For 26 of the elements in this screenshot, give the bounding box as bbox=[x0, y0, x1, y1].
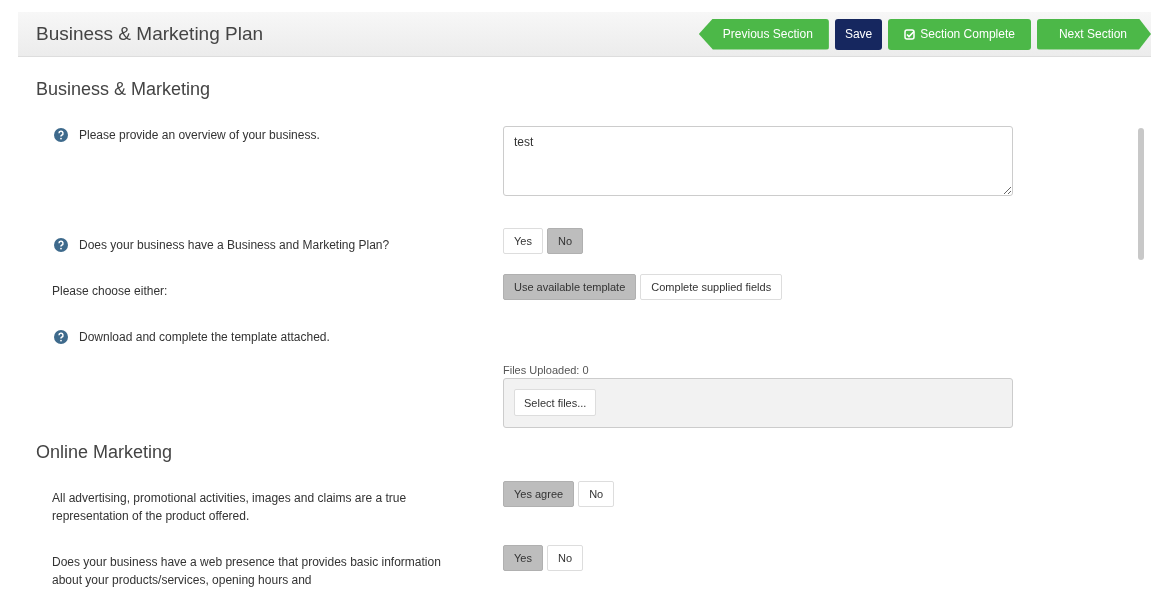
question-label: Download and complete the template attached. bbox=[79, 329, 330, 346]
option-button[interactable]: Yes agree bbox=[503, 481, 575, 507]
files-count: Files Uploaded: 0 bbox=[503, 364, 590, 376]
question-label: All advertising, promotional activities, images and claims are a true representation of the product offered. bbox=[52, 490, 408, 525]
help-icon[interactable] bbox=[54, 330, 68, 344]
scrollbar-thumb[interactable] bbox=[1138, 128, 1144, 260]
option-button[interactable]: No bbox=[546, 228, 583, 254]
save-button[interactable]: Save bbox=[834, 18, 883, 50]
page-title: Business & Marketing Plan bbox=[36, 23, 265, 45]
option-button[interactable]: Yes bbox=[503, 228, 543, 254]
help-icon[interactable] bbox=[54, 238, 68, 252]
checkbox-icon bbox=[904, 28, 916, 40]
question-label: Please choose either: bbox=[52, 283, 168, 300]
section-heading: Business & Marketing bbox=[36, 79, 212, 100]
section-heading: Online Marketing bbox=[36, 442, 174, 463]
option-button[interactable]: Use available template bbox=[503, 274, 637, 300]
option-button[interactable]: Yes bbox=[503, 545, 543, 571]
answer-field[interactable]: test bbox=[503, 126, 1013, 196]
select-files-button[interactable]: Select files... bbox=[514, 389, 597, 416]
question-label: Does your business have a web presence that provides basic information about your products/services, opening hours and bbox=[52, 554, 442, 589]
question-label: Please provide an overview of your business. bbox=[79, 127, 320, 144]
option-button[interactable]: No bbox=[546, 545, 583, 571]
option-button[interactable]: No bbox=[578, 481, 615, 507]
option-button[interactable]: Complete supplied fields bbox=[640, 274, 783, 300]
help-icon[interactable] bbox=[54, 128, 68, 142]
question-label: Does your business have a Business and Marketing Plan? bbox=[79, 237, 390, 254]
